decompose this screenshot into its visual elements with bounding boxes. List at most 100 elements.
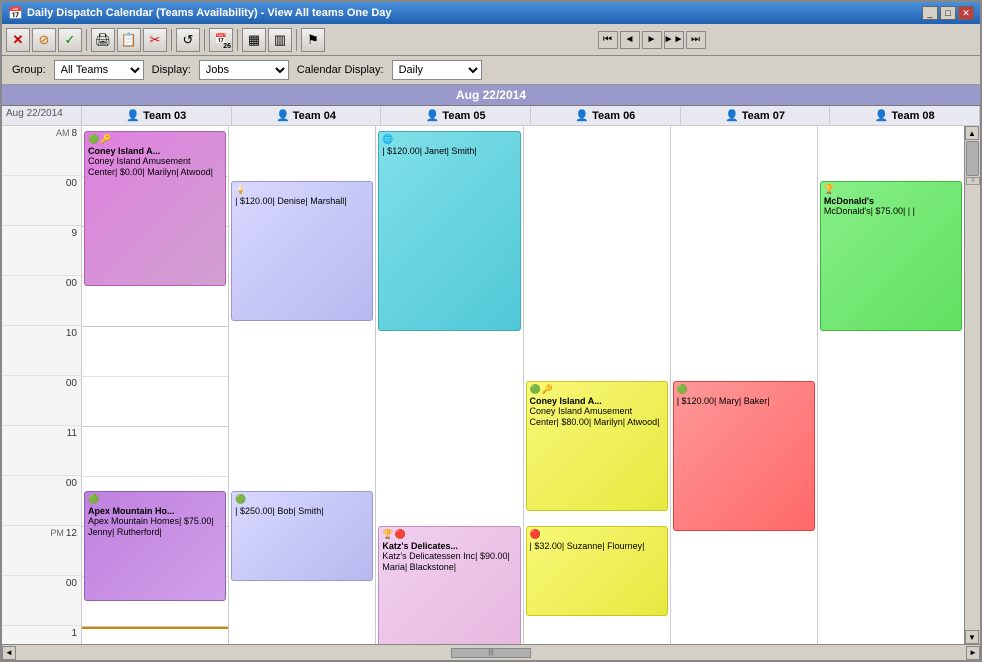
window-title: Daily Dispatch Calendar (Teams Availabil…: [27, 7, 392, 19]
time-9am: 9: [2, 226, 81, 276]
team07-icon: 👤: [725, 109, 739, 122]
calendar-body-wrapper: AM8 00 9 00 10 00 11 00 PM12 00 1 00 2 0…: [2, 126, 980, 644]
flag-button[interactable]: ⚑: [301, 28, 325, 52]
nav-prev-button[interactable]: ◄: [620, 31, 640, 49]
close-button[interactable]: ✕: [958, 6, 974, 20]
team04-icon: 👤: [276, 109, 290, 122]
scroll-down-button[interactable]: ▼: [965, 630, 979, 644]
delete-button[interactable]: ✂: [143, 28, 167, 52]
vertical-scrollbar[interactable]: ▲ ≡ ▼: [964, 126, 980, 644]
scroll-grip: ≡: [966, 177, 980, 185]
view1-button[interactable]: ▦: [242, 28, 266, 52]
event-icons: 🟢: [88, 494, 222, 505]
team-header-row: Aug 22/2014 👤 Team 03 👤 Team 04 👤 Team 0…: [2, 106, 980, 126]
team07-header: 👤 Team 07: [681, 106, 831, 125]
time-8am: AM8: [2, 126, 81, 176]
event-details: | $120.00| Denise| Marshall|: [235, 196, 369, 207]
scroll-thumb[interactable]: [966, 141, 979, 176]
time-930: 00: [2, 276, 81, 326]
team08-events-area: 🏆 McDonald's McDonald's| $75.00| | |: [818, 126, 964, 644]
nav-first-button[interactable]: ⏮: [598, 31, 618, 49]
time-10am: 10: [2, 326, 81, 376]
event-icons: 🏆🔴: [382, 529, 516, 540]
horizontal-scrollbar[interactable]: ◄ ||| ►: [2, 644, 980, 660]
main-window: 📅 Daily Dispatch Calendar (Teams Availab…: [0, 0, 982, 662]
event-icons: 🟢🔑: [88, 134, 222, 145]
team06-header: 👤 Team 06: [531, 106, 681, 125]
h-scroll-thumb[interactable]: |||: [451, 648, 531, 658]
team04-column: 🍦 | $120.00| Denise| Marshall| 🟢 | $250.…: [229, 126, 376, 644]
nav-next-button[interactable]: ►: [642, 31, 662, 49]
side-date: Aug 22/2014: [2, 106, 81, 121]
event-katz-team05[interactable]: 🏆🔴 Katz's Delicates... Katz's Delicatess…: [378, 526, 520, 644]
sep1: [86, 29, 87, 51]
cancel-tool-button[interactable]: ⊘: [32, 28, 56, 52]
event-title: Coney Island A...: [530, 396, 664, 406]
maximize-button[interactable]: □: [940, 6, 956, 20]
event-120-mary-team07[interactable]: 🟢 | $120.00| Mary| Baker|: [673, 381, 815, 531]
event-250-bob-team04[interactable]: 🟢 | $250.00| Bob| Smith|: [231, 491, 373, 581]
event-mcdonalds-team08[interactable]: 🏆 McDonald's McDonald's| $75.00| | |: [820, 181, 962, 331]
print-button[interactable]: 🖨: [91, 28, 115, 52]
refresh-button[interactable]: ↺: [176, 28, 200, 52]
event-icons: 🍦: [235, 184, 369, 195]
team05-column: 🌐 | $120.00| Janet| Smith| 🏆🔴 Katz's Del…: [376, 126, 523, 644]
event-details: | $120.00| Mary| Baker|: [677, 396, 811, 407]
nav-next2-button[interactable]: ►►: [664, 31, 684, 49]
view2-button[interactable]: ▥: [268, 28, 292, 52]
sep2: [171, 29, 172, 51]
scroll-up-button[interactable]: ▲: [965, 126, 979, 140]
event-120-janet-team05[interactable]: 🌐 | $120.00| Janet| Smith|: [378, 131, 520, 331]
team06-column: 🟢🔑 Coney Island A... Coney Island Amusem…: [524, 126, 671, 644]
calendar-button[interactable]: 📅26: [209, 28, 233, 52]
scroll-track: ≡: [965, 140, 980, 630]
time-11am: 11: [2, 426, 81, 476]
scroll-left-button[interactable]: ◄: [2, 646, 16, 660]
time-830: 00: [2, 176, 81, 226]
sep5: [296, 29, 297, 51]
event-details: Coney Island Amusement Center| $0.00| Ma…: [88, 156, 222, 178]
event-coney-island-team03[interactable]: 🟢🔑 Coney Island A... Coney Island Amusem…: [84, 131, 226, 286]
event-icons: 🔴: [530, 529, 664, 540]
minimize-button[interactable]: _: [922, 6, 938, 20]
nav-last-button[interactable]: ⏭: [686, 31, 706, 49]
ok-tool-button[interactable]: ✓: [58, 28, 82, 52]
time-column: AM8 00 9 00 10 00 11 00 PM12 00 1 00 2 0…: [2, 126, 82, 644]
calendar-scroll-body[interactable]: AM8 00 9 00 10 00 11 00 PM12 00 1 00 2 0…: [2, 126, 964, 644]
scroll-right-button[interactable]: ►: [966, 646, 980, 660]
team-columns: 🟢🔑 Coney Island A... Coney Island Amusem…: [82, 126, 964, 644]
close-tool-button[interactable]: ✕: [6, 28, 30, 52]
event-details: Coney Island Amusement Center| $80.00| M…: [530, 406, 664, 428]
time-1130: 00: [2, 476, 81, 526]
team03-header: 👤 Team 03: [82, 106, 232, 125]
team04-header: 👤 Team 04: [232, 106, 382, 125]
event-icons: 🟢: [677, 384, 811, 395]
event-32-suzanne-team06[interactable]: 🔴 | $32.00| Suzanne| Flourney|: [526, 526, 668, 616]
team07-column: 🟢 | $120.00| Mary| Baker|: [671, 126, 818, 644]
display-label: Display:: [152, 64, 191, 76]
team05-events-area: 🌐 | $120.00| Janet| Smith| 🏆🔴 Katz's Del…: [376, 126, 522, 644]
title-bar: 📅 Daily Dispatch Calendar (Teams Availab…: [2, 2, 980, 24]
display-select[interactable]: JobsTasksBoth: [199, 60, 289, 80]
event-apex-mountain-team03[interactable]: 🟢 Apex Mountain Ho... Apex Mountain Home…: [84, 491, 226, 601]
time-1230: 00: [2, 576, 81, 626]
team04-events-area: 🍦 | $120.00| Denise| Marshall| 🟢 | $250.…: [229, 126, 375, 644]
export-button[interactable]: 📋: [117, 28, 141, 52]
event-coney-island-team06[interactable]: 🟢🔑 Coney Island A... Coney Island Amusem…: [526, 381, 668, 511]
calendar-display-select[interactable]: DailyWeeklyMonthly: [392, 60, 482, 80]
event-120-denise-team04[interactable]: 🍦 | $120.00| Denise| Marshall|: [231, 181, 373, 321]
group-select[interactable]: All TeamsTeam 01Team 02: [54, 60, 144, 80]
team05-header: 👤 Team 05: [381, 106, 531, 125]
time-1030: 00: [2, 376, 81, 426]
team06-events-area: 🟢🔑 Coney Island A... Coney Island Amusem…: [524, 126, 670, 644]
event-icons: 🌐: [382, 134, 516, 145]
team03-column: 🟢🔑 Coney Island A... Coney Island Amusem…: [82, 126, 229, 644]
team06-icon: 👤: [575, 109, 589, 122]
calendar-container: Aug 22/2014 Aug 22/2014 👤 Team 03 👤 Team…: [2, 85, 980, 660]
team05-icon: 👤: [426, 109, 440, 122]
team08-header: 👤 Team 08: [830, 106, 980, 125]
team08-icon: 👤: [875, 109, 889, 122]
calendar-display-label: Calendar Display:: [297, 64, 384, 76]
group-label: Group:: [12, 64, 46, 76]
event-details: | $250.00| Bob| Smith|: [235, 506, 369, 517]
